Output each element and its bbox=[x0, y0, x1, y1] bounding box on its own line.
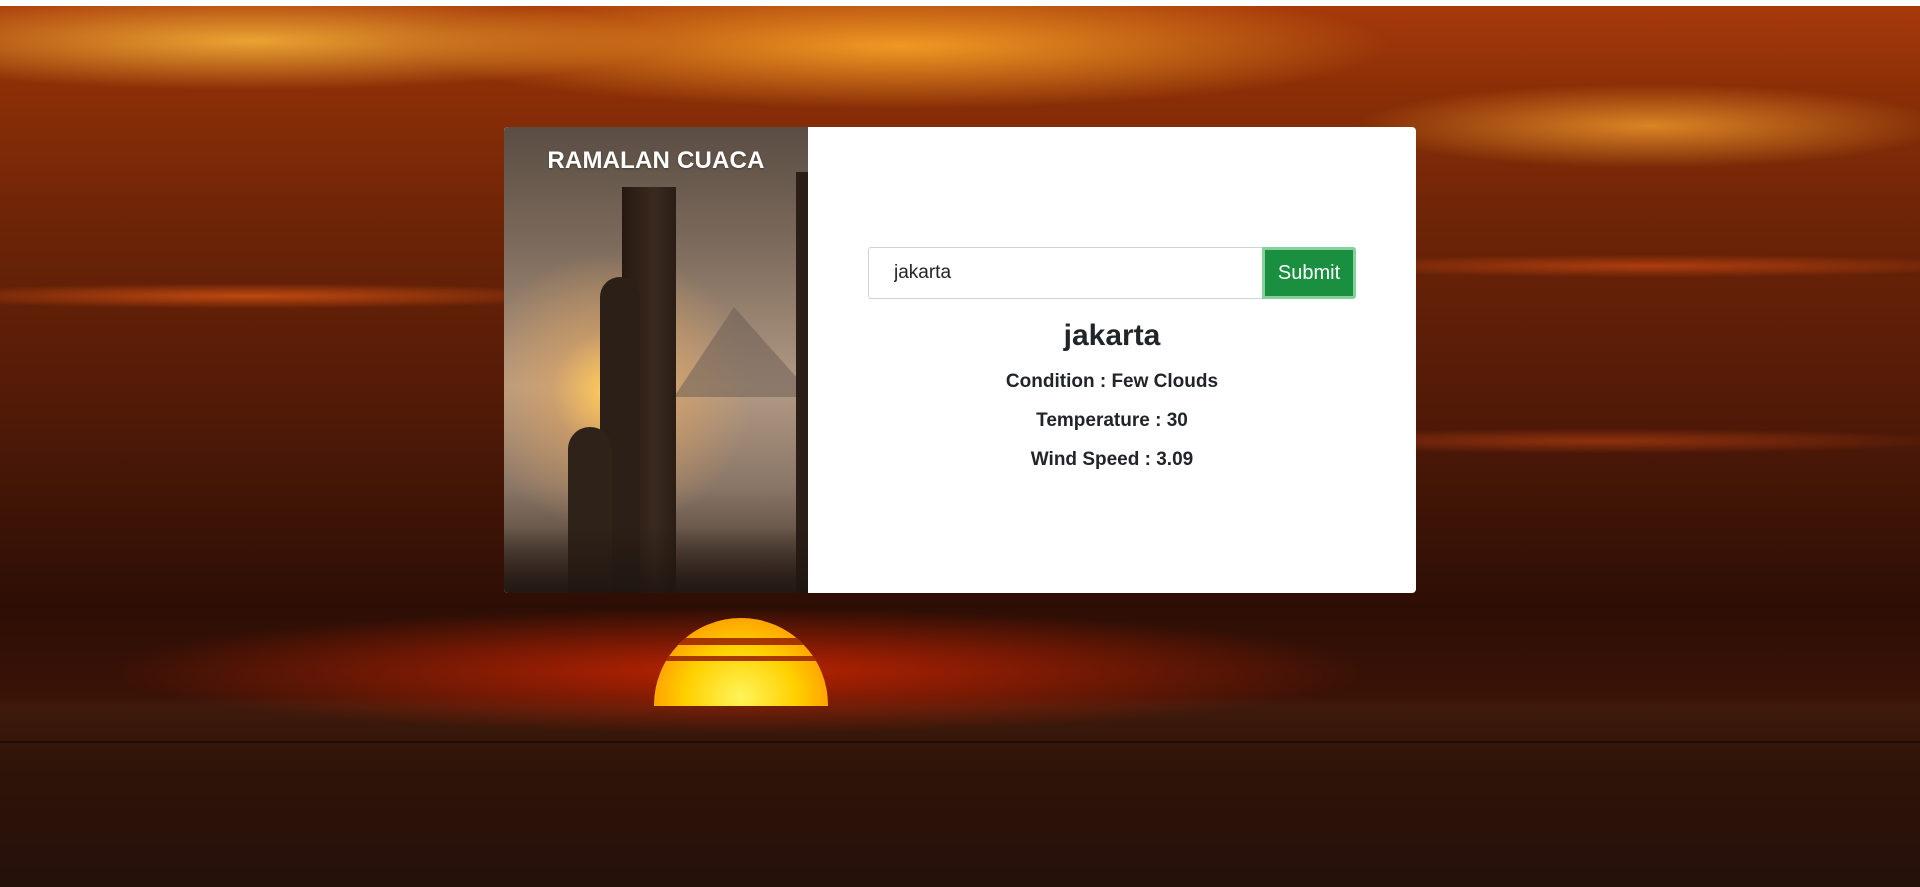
card-image-panel: RAMALAN CUACA bbox=[504, 127, 808, 593]
submit-button[interactable]: Submit bbox=[1262, 247, 1356, 299]
result-city-name: jakarta bbox=[1063, 319, 1161, 352]
app-title: RAMALAN CUACA bbox=[547, 147, 765, 174]
card-content-panel: Submit jakarta Condition : Few Clouds Te… bbox=[808, 127, 1416, 593]
image-shadow bbox=[504, 527, 808, 593]
weather-result: jakarta Condition : Few Clouds Temperatu… bbox=[808, 317, 1416, 486]
temperature-text: Temperature : 30 bbox=[1036, 410, 1188, 431]
wind-speed-text: Wind Speed : 3.09 bbox=[1030, 449, 1194, 470]
city-search-input[interactable] bbox=[868, 247, 1262, 299]
weather-card: RAMALAN CUACA Submit jakarta Condition :… bbox=[504, 127, 1416, 593]
sun-graphic bbox=[654, 618, 828, 706]
horizon-line bbox=[0, 741, 1920, 743]
search-form: Submit bbox=[868, 247, 1356, 299]
mountain-shape bbox=[674, 307, 808, 397]
condition-text: Condition : Few Clouds bbox=[1005, 371, 1219, 392]
